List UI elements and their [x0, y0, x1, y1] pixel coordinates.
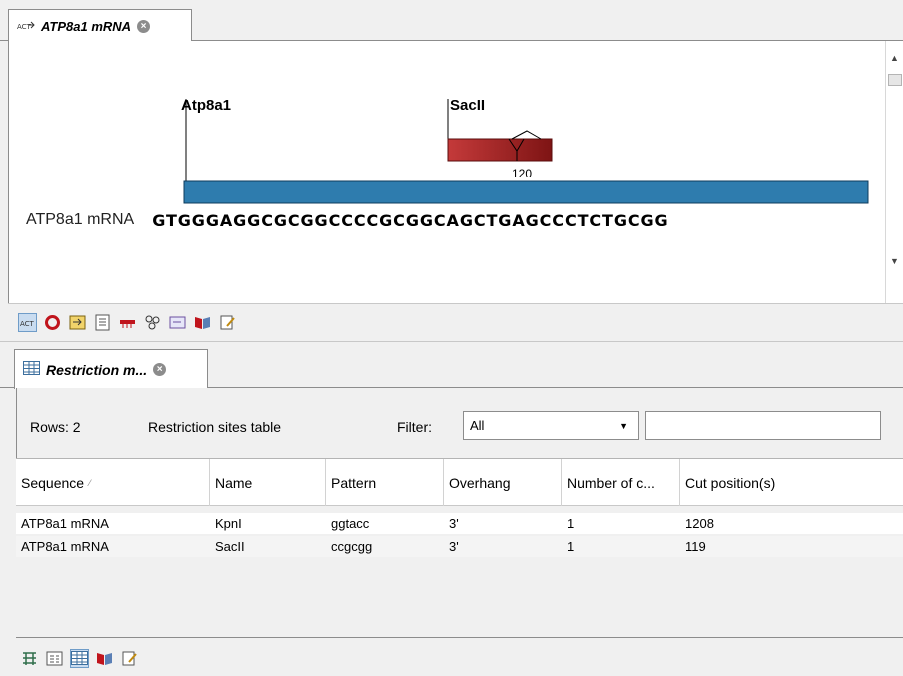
column-header-pattern[interactable]: Pattern	[326, 459, 444, 506]
book-view-icon[interactable]	[95, 649, 114, 668]
text-view-icon[interactable]	[93, 313, 112, 332]
tab-atp8a1-mrna[interactable]: ACT ATP8a1 mRNA ×	[8, 9, 192, 42]
svg-text:ACT: ACT	[17, 23, 32, 31]
notes-icon[interactable]	[218, 313, 237, 332]
cell-overhang: 3'	[449, 539, 459, 554]
position-label: 120	[512, 168, 533, 177]
sequence-tab-icon: ACT	[17, 19, 35, 34]
table-header: Sequence ⁄ Name Pattern Overhang Number …	[16, 459, 903, 506]
element-info-icon[interactable]	[68, 313, 87, 332]
vertical-scrollbar[interactable]: ▲ ▼	[885, 41, 903, 303]
sequence-view-toolbar: ACT	[8, 303, 903, 341]
close-tab-icon[interactable]: ×	[137, 19, 151, 33]
cell-pattern: ccgcgg	[331, 539, 373, 554]
table-tab-icon	[23, 361, 40, 378]
sacii-cut-marker	[511, 130, 542, 140]
notes-view-icon[interactable]	[120, 649, 139, 668]
restriction-sites-table: Sequence ⁄ Name Pattern Overhang Number …	[16, 458, 903, 638]
column-header-overhang[interactable]: Overhang	[444, 459, 562, 506]
restriction-map-icon[interactable]	[118, 313, 137, 332]
table-view-toolbar	[16, 640, 903, 676]
column-header-name[interactable]: Name	[210, 459, 326, 506]
sequence-bases[interactable]: GTGGGAGGCGCGGCCCCGCGGCAGCTGAGCCCTCTGCGG	[152, 211, 668, 230]
scroll-down-icon[interactable]: ▼	[890, 256, 899, 266]
scroll-thumb[interactable]	[888, 74, 902, 86]
filter-selected-value: All	[470, 418, 485, 433]
cell-overhang: 3'	[449, 516, 459, 531]
cell-name: KpnI	[215, 516, 242, 531]
column-header-cut-positions[interactable]: Cut position(s)	[680, 459, 903, 506]
filter-dropdown[interactable]: All ▼	[463, 411, 639, 440]
bottom-tab-bar: Restriction m... ×	[0, 349, 903, 389]
sequence-view-icon[interactable]: ACT	[18, 313, 37, 332]
history-icon[interactable]	[168, 313, 187, 332]
close-tab-icon[interactable]: ×	[153, 363, 167, 376]
cell-pattern: ggtacc	[331, 516, 370, 531]
table-row[interactable]: ATP8a1 mRNA KpnI ggtacc 3' 1 1208	[16, 513, 903, 534]
molecule-icon[interactable]	[143, 313, 162, 332]
cell-cut-positions: 119	[685, 539, 706, 554]
annotation-table-icon[interactable]	[193, 313, 212, 332]
sacii-site-bar	[447, 138, 553, 162]
circular-view-icon[interactable]	[43, 313, 62, 332]
graph-view-icon[interactable]	[20, 649, 39, 668]
filter-label: Filter:	[397, 419, 432, 435]
cell-number-of-cuts: 1	[567, 539, 575, 554]
svg-text:ACT: ACT	[20, 320, 35, 328]
sort-ascending-icon: ⁄	[89, 477, 91, 488]
column-header-number-of-cuts[interactable]: Number of c...	[562, 459, 680, 506]
sequence-map	[183, 99, 869, 204]
table-view-icon[interactable]	[70, 648, 89, 668]
sequence-name-label: ATP8a1 mRNA	[26, 211, 135, 228]
tab-title: Restriction m...	[46, 361, 148, 378]
sacii-annotation-label[interactable]: SacII	[450, 97, 485, 114]
tab-title: ATP8a1 mRNA	[41, 18, 132, 34]
column-header-sequence[interactable]: Sequence ⁄	[16, 459, 210, 506]
sequence-row: ATP8a1 mRNA GTGGGAGGCGCGGCCCCGCGGCAGCTGA…	[26, 208, 669, 232]
cell-number-of-cuts: 1	[567, 516, 575, 531]
table-description: Restriction sites table	[148, 419, 282, 435]
tab-restriction-map[interactable]: Restriction m... ×	[14, 349, 208, 389]
cell-sequence: ATP8a1 mRNA	[21, 539, 109, 554]
atp8a1-annotation-label[interactable]: Atp8a1	[181, 97, 231, 114]
cell-sequence: ATP8a1 mRNA	[21, 516, 109, 531]
sequence-view[interactable]: Atp8a1 SacII 120	[8, 41, 885, 303]
chevron-down-icon: ▼	[619, 420, 628, 431]
sequence-track	[183, 180, 869, 204]
filter-text-input[interactable]	[645, 411, 881, 440]
pane-splitter[interactable]	[0, 341, 903, 349]
table-row[interactable]: ATP8a1 mRNA SacII ccgcgg 3' 1 119	[16, 536, 903, 557]
cell-name: SacII	[215, 539, 245, 554]
row-count-label: Rows: 2	[30, 419, 81, 435]
scroll-up-icon[interactable]: ▲	[890, 53, 899, 63]
form-view-icon[interactable]	[45, 649, 64, 668]
cell-cut-positions: 1208	[685, 516, 714, 531]
